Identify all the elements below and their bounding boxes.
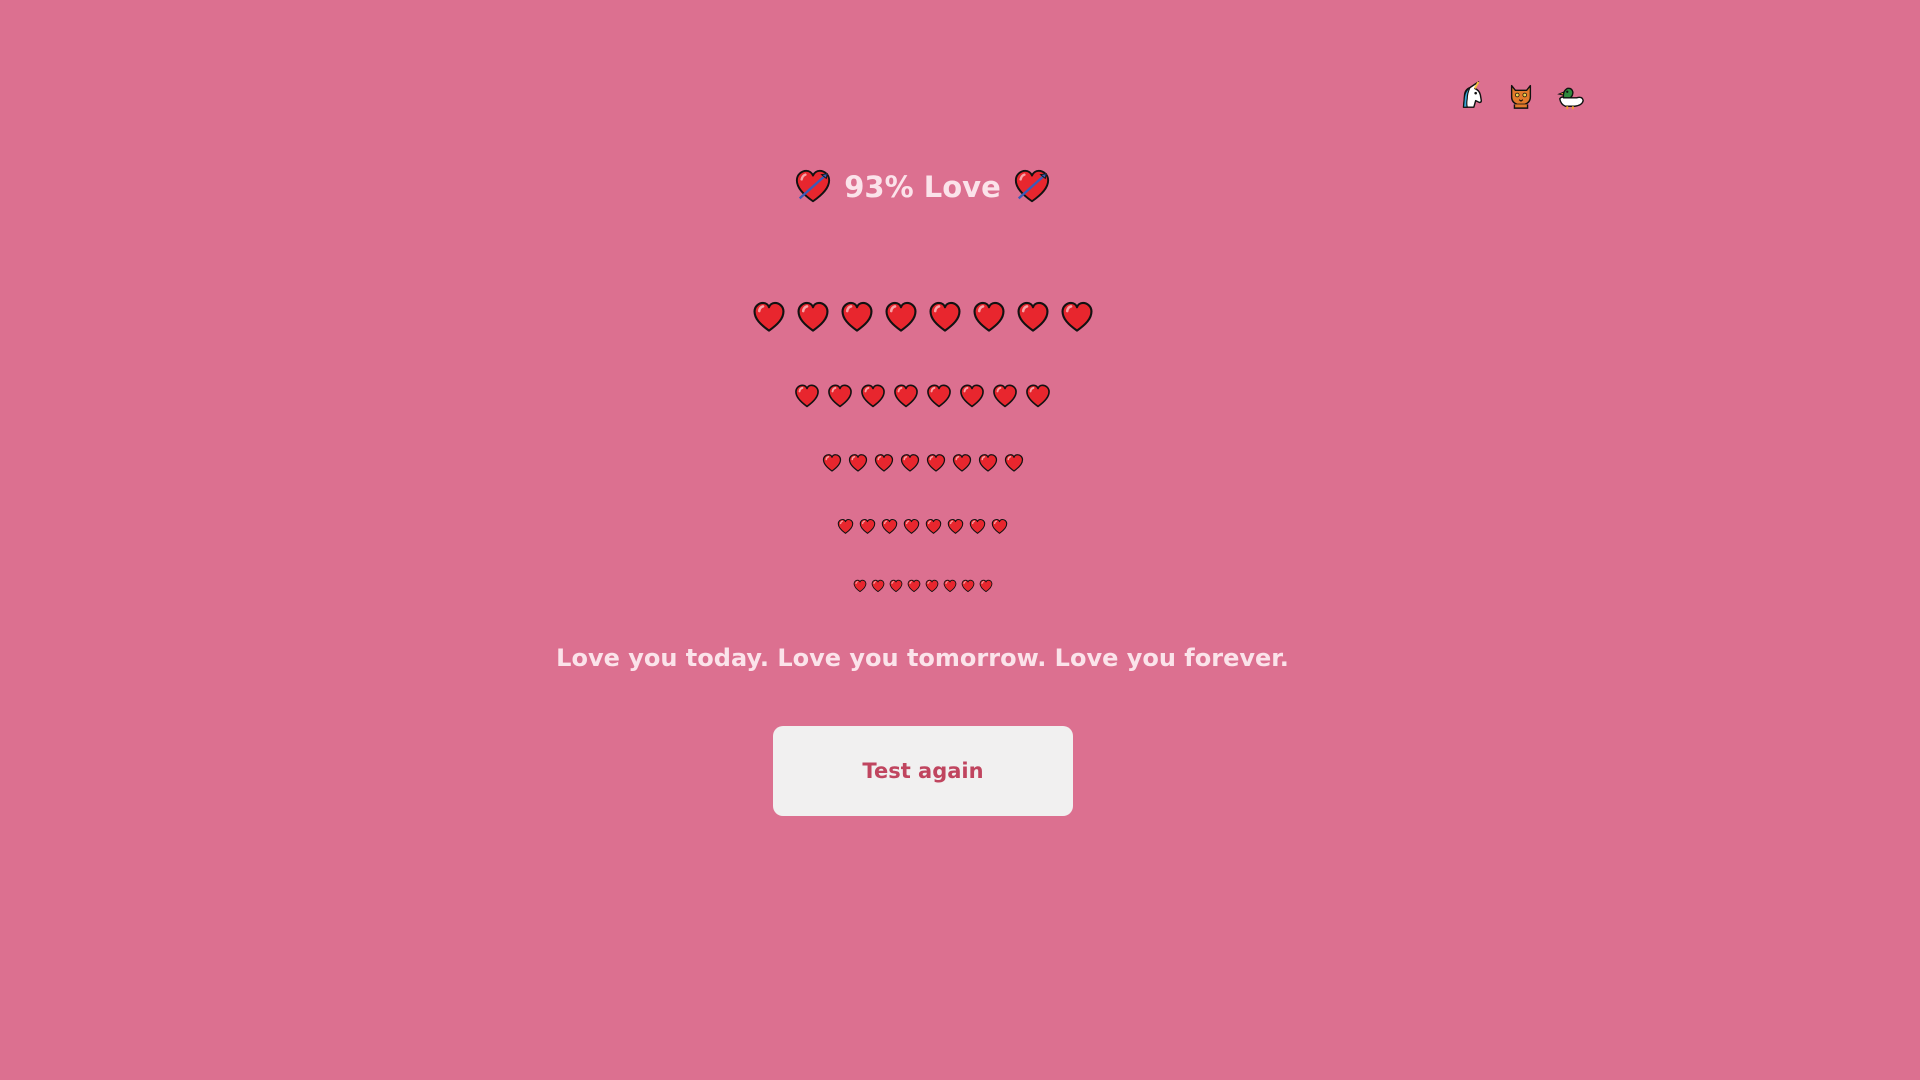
red-heart-icon bbox=[837, 518, 854, 534]
red-heart-icon bbox=[993, 384, 1017, 408]
red-heart-icon bbox=[861, 384, 885, 408]
duck-icon[interactable] bbox=[1556, 80, 1586, 110]
red-heart-icon bbox=[978, 454, 997, 472]
red-heart-icon bbox=[795, 384, 819, 408]
red-heart-icon bbox=[972, 301, 1005, 332]
red-heart-icon bbox=[952, 454, 971, 472]
heart-row-2 bbox=[0, 383, 1845, 409]
red-heart-icon bbox=[925, 518, 942, 534]
heart-with-arrow-icon bbox=[1014, 169, 1049, 203]
heart-row-4 bbox=[0, 518, 1845, 535]
cat-icon[interactable] bbox=[1506, 80, 1536, 110]
unicorn-icon[interactable] bbox=[1456, 80, 1486, 110]
red-heart-icon bbox=[928, 301, 961, 332]
red-heart-icon bbox=[960, 384, 984, 408]
heart-row-3 bbox=[0, 453, 1845, 473]
red-heart-icon bbox=[927, 384, 951, 408]
red-heart-icon bbox=[969, 518, 986, 534]
red-heart-icon bbox=[871, 579, 884, 593]
love-result-page: 93% Love Love you today. Love you tomorr… bbox=[0, 0, 1920, 1080]
heart-row-5 bbox=[0, 579, 1845, 593]
result-title: 93% Love bbox=[0, 168, 1845, 206]
red-heart-icon bbox=[859, 518, 876, 534]
red-heart-icon bbox=[1016, 301, 1049, 332]
red-heart-icon bbox=[822, 454, 841, 472]
love-message: Love you today. Love you tomorrow. Love … bbox=[556, 644, 1289, 672]
red-heart-icon bbox=[1060, 301, 1093, 332]
red-heart-icon bbox=[840, 301, 873, 332]
red-heart-icon bbox=[1004, 454, 1023, 472]
red-heart-icon bbox=[752, 301, 785, 332]
red-heart-icon bbox=[947, 518, 964, 534]
red-heart-icon bbox=[907, 579, 920, 593]
red-heart-icon bbox=[889, 579, 902, 593]
red-heart-icon bbox=[979, 579, 992, 593]
red-heart-icon bbox=[926, 454, 945, 472]
heart-with-arrow-icon bbox=[796, 169, 831, 203]
love-percentage: 93% Love bbox=[844, 170, 1001, 204]
red-heart-icon bbox=[796, 301, 829, 332]
red-heart-icon bbox=[903, 518, 920, 534]
animal-selector bbox=[1456, 80, 1586, 110]
red-heart-icon bbox=[894, 384, 918, 408]
red-heart-icon bbox=[881, 518, 898, 534]
red-heart-icon bbox=[848, 454, 867, 472]
red-heart-icon bbox=[961, 579, 974, 593]
red-heart-icon bbox=[943, 579, 956, 593]
heart-row-1 bbox=[0, 300, 1845, 334]
red-heart-icon bbox=[853, 579, 866, 593]
test-again-button[interactable]: Test again bbox=[773, 726, 1073, 816]
red-heart-icon bbox=[991, 518, 1008, 534]
red-heart-icon bbox=[828, 384, 852, 408]
red-heart-icon bbox=[900, 454, 919, 472]
red-heart-icon bbox=[884, 301, 917, 332]
red-heart-icon bbox=[874, 454, 893, 472]
red-heart-icon bbox=[925, 579, 938, 593]
red-heart-icon bbox=[1026, 384, 1050, 408]
